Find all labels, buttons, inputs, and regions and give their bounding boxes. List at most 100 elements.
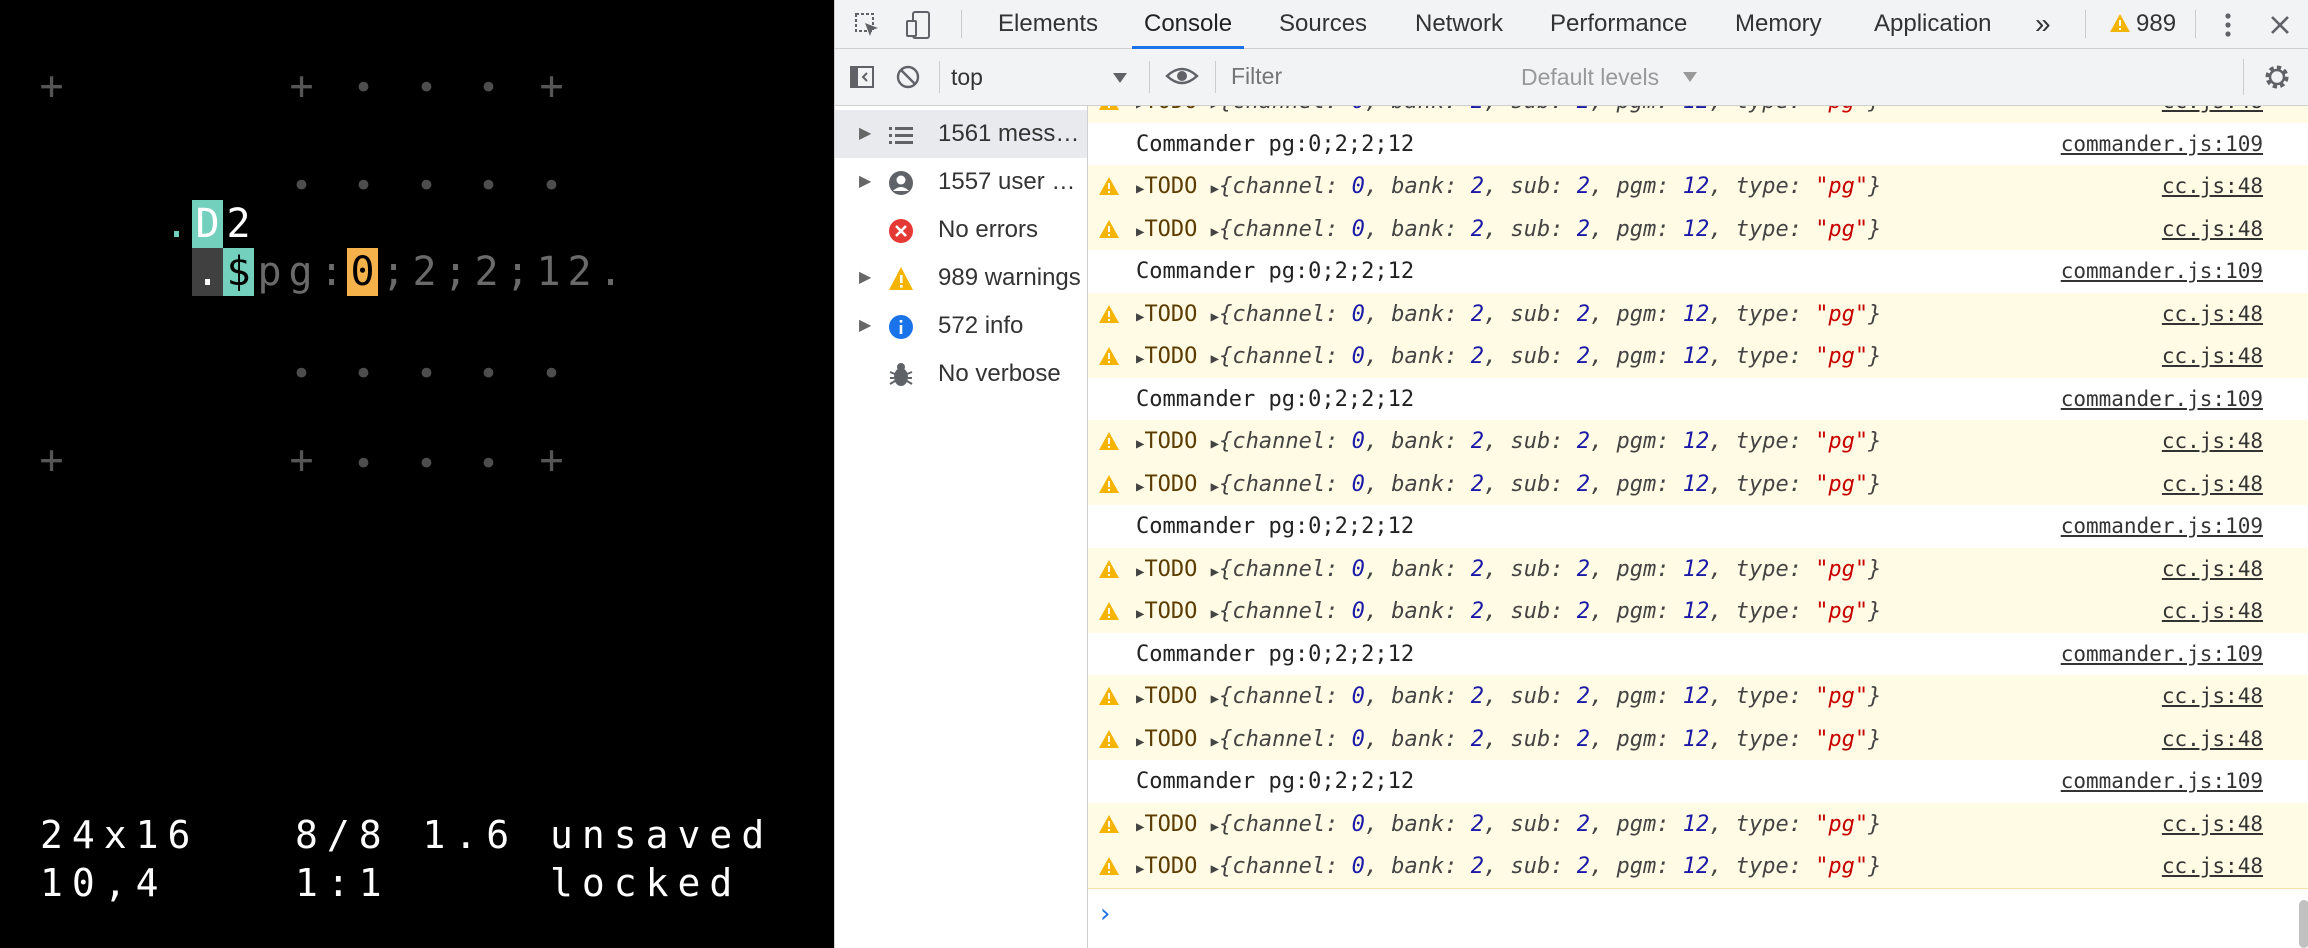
expand-arrow-icon[interactable]: ▶: [859, 254, 871, 302]
expand-object-icon[interactable]: ▶: [1211, 106, 1219, 112]
expand-object-icon[interactable]: ▶: [1211, 224, 1219, 240]
source-link[interactable]: commander.js:109: [2061, 505, 2263, 548]
expand-object-icon[interactable]: ▶: [1211, 819, 1219, 835]
expand-arrow-icon[interactable]: ▶: [859, 158, 871, 206]
status-line-2: 10,4 1:1 locked: [40, 861, 742, 905]
tab-application[interactable]: Application: [1874, 0, 1991, 48]
source-link[interactable]: cc.js:48: [2162, 106, 2263, 123]
source-link[interactable]: cc.js:48: [2162, 718, 2263, 761]
console-warning-row[interactable]: ▶TODO ▶{channel: 0, bank: 2, sub: 2, pgm…: [1088, 165, 2308, 209]
divider: [2195, 10, 2196, 38]
console-log-row[interactable]: Commander pg:0;2;2;12 commander.js:109: [1088, 505, 2308, 549]
source-link[interactable]: cc.js:48: [2162, 590, 2263, 633]
console-log-row[interactable]: Commander pg:0;2;2;12 commander.js:109: [1088, 122, 2308, 167]
console-warning-row[interactable]: ▶TODO ▶{channel: 0, bank: 2, sub: 2, pgm…: [1088, 207, 2308, 252]
console-log-row[interactable]: Commander pg:0;2;2;12 commander.js:109: [1088, 377, 2308, 422]
source-link[interactable]: commander.js:109: [2061, 378, 2263, 421]
tab-console[interactable]: Console: [1131, 0, 1245, 49]
expand-object-icon[interactable]: ▶: [1211, 606, 1219, 622]
expand-object-icon[interactable]: ▶: [1211, 691, 1219, 707]
expand-object-icon[interactable]: ▶: [1211, 351, 1219, 367]
source-link[interactable]: commander.js:109: [2061, 760, 2263, 803]
console-warning-row[interactable]: ▶TODO ▶{channel: 0, bank: 2, sub: 2, pgm…: [1088, 106, 2308, 124]
console-warning-row[interactable]: ▶TODO ▶{channel: 0, bank: 2, sub: 2, pgm…: [1088, 845, 2308, 889]
console-warning-row[interactable]: ▶TODO ▶{channel: 0, bank: 2, sub: 2, pgm…: [1088, 717, 2308, 762]
tab-network[interactable]: Network: [1415, 0, 1503, 48]
grid-dot: •: [478, 444, 499, 484]
source-link[interactable]: cc.js:48: [2162, 420, 2263, 463]
console-warning-row[interactable]: ▶TODO ▶{channel: 0, bank: 2, sub: 2, pgm…: [1088, 335, 2308, 379]
source-link[interactable]: cc.js:48: [2162, 845, 2263, 888]
grid-dot: •: [416, 354, 437, 394]
clear-console-icon[interactable]: [895, 64, 921, 90]
console-log-row[interactable]: Commander pg:0;2;2;12 commander.js:109: [1088, 760, 2308, 804]
source-link[interactable]: commander.js:109: [2061, 250, 2263, 293]
more-tabs-button[interactable]: »: [2035, 0, 2051, 48]
sidebar-item-messages[interactable]: ▶ 1561 mess…: [835, 110, 1087, 158]
expand-object-icon[interactable]: ▶: [1211, 564, 1219, 580]
inspect-element-icon[interactable]: [853, 11, 881, 39]
orca-terminal[interactable]: + + • • • + • • • • • . D 2 . $ p g : 0 …: [0, 0, 834, 948]
console-warning-row[interactable]: ▶TODO ▶{channel: 0, bank: 2, sub: 2, pgm…: [1088, 462, 2308, 507]
sidebar-item-info[interactable]: ▶ 572 info: [835, 302, 1087, 350]
grid-marker: +: [39, 437, 64, 483]
close-icon[interactable]: [2269, 14, 2291, 36]
warning-icon: [1099, 687, 1119, 705]
console-log-row[interactable]: Commander pg:0;2;2;12 commander.js:109: [1088, 632, 2308, 677]
source-link[interactable]: cc.js:48: [2162, 165, 2263, 208]
scrollbar-thumb[interactable]: [2299, 900, 2308, 948]
orca-cursor[interactable]: 0: [347, 248, 378, 296]
expand-object-icon[interactable]: ▶: [1211, 479, 1219, 495]
source-link[interactable]: cc.js:48: [2162, 803, 2263, 846]
kebab-menu-icon[interactable]: [2223, 11, 2233, 39]
tab-performance[interactable]: Performance: [1550, 0, 1687, 48]
console-warning-row[interactable]: ▶TODO ▶{channel: 0, bank: 2, sub: 2, pgm…: [1088, 547, 2308, 592]
expand-object-icon[interactable]: ▶: [1211, 734, 1219, 750]
context-selector[interactable]: top: [951, 57, 1137, 97]
console-warning-row[interactable]: ▶TODO ▶{channel: 0, bank: 2, sub: 2, pgm…: [1088, 420, 2308, 464]
settings-gear-icon[interactable]: [2263, 63, 2291, 91]
expand-object-icon[interactable]: ▶: [1211, 861, 1219, 877]
tab-sources[interactable]: Sources: [1279, 0, 1367, 48]
console-log-row[interactable]: Commander pg:0;2;2;12 commander.js:109: [1088, 250, 2308, 294]
filter-input[interactable]: [1223, 58, 1523, 94]
source-link[interactable]: cc.js:48: [2162, 548, 2263, 591]
tab-memory[interactable]: Memory: [1735, 0, 1822, 48]
expand-object-icon[interactable]: ▶: [1211, 181, 1219, 197]
sidebar-toggle-icon[interactable]: [849, 64, 875, 90]
console-message: Commander pg:0;2;2;12: [1136, 641, 1415, 667]
console-warning-row[interactable]: ▶TODO ▶{channel: 0, bank: 2, sub: 2, pgm…: [1088, 675, 2308, 719]
log-levels-dropdown[interactable]: Default levels: [1521, 57, 1711, 97]
live-expression-eye-icon[interactable]: [1165, 64, 1199, 88]
source-link[interactable]: cc.js:48: [2162, 335, 2263, 378]
source-link[interactable]: cc.js:48: [2162, 293, 2263, 336]
console-warning-row[interactable]: ▶TODO ▶{channel: 0, bank: 2, sub: 2, pgm…: [1088, 292, 2308, 337]
sidebar-item-verbose[interactable]: No verbose: [835, 350, 1087, 398]
list-icon: [889, 127, 913, 144]
grid-marker: +: [289, 437, 314, 483]
warning-count[interactable]: 989: [2136, 0, 2176, 48]
expand-object-icon[interactable]: ▶: [1211, 436, 1219, 452]
console-message: ▶TODO ▶{channel: 0, bank: 2, sub: 2, pgm…: [1136, 344, 1882, 369]
source-link[interactable]: cc.js:48: [2162, 463, 2263, 506]
divider: [1215, 61, 1216, 93]
sidebar-item-label: 1561 mess…: [938, 120, 1080, 147]
console-prompt[interactable]: ›: [1088, 892, 2308, 936]
expand-object-icon[interactable]: ▶: [1211, 309, 1219, 325]
console-warning-row[interactable]: ▶TODO ▶{channel: 0, bank: 2, sub: 2, pgm…: [1088, 802, 2308, 847]
source-link[interactable]: commander.js:109: [2061, 633, 2263, 676]
sidebar-item-errors[interactable]: No errors: [835, 206, 1087, 254]
tab-elements[interactable]: Elements: [998, 0, 1098, 48]
console-warning-row[interactable]: ▶TODO ▶{channel: 0, bank: 2, sub: 2, pgm…: [1088, 590, 2308, 634]
sidebar-item-user-messages[interactable]: ▶ 1557 user …: [835, 158, 1087, 206]
source-link[interactable]: cc.js:48: [2162, 675, 2263, 718]
orca-cell: p: [257, 249, 282, 295]
expand-arrow-icon[interactable]: ▶: [859, 110, 871, 158]
source-link[interactable]: commander.js:109: [2061, 123, 2263, 166]
warning-icon[interactable]: [2109, 13, 2131, 33]
sidebar-item-warnings[interactable]: ▶ 989 warnings: [835, 254, 1087, 302]
expand-arrow-icon[interactable]: ▶: [859, 302, 871, 350]
device-toolbar-icon[interactable]: [905, 10, 935, 40]
sidebar-item-label: 572 info: [938, 312, 1024, 339]
source-link[interactable]: cc.js:48: [2162, 208, 2263, 251]
